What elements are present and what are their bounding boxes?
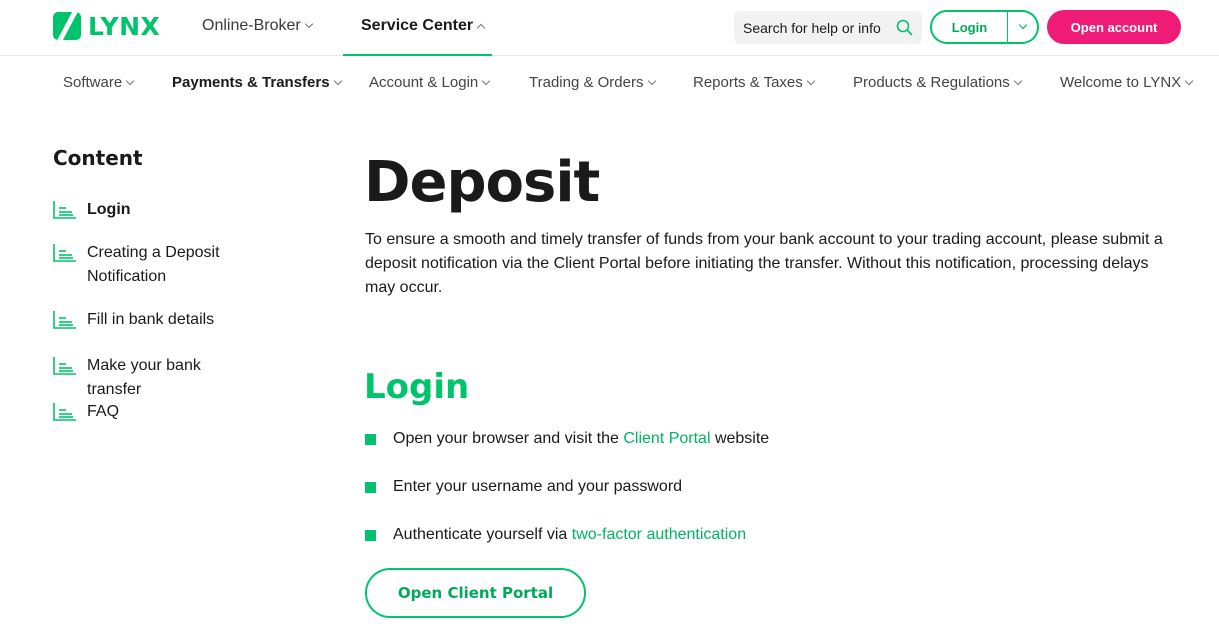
chevron-down-icon (304, 19, 313, 29)
subnav-label: Welcome to LYNX (1060, 74, 1182, 91)
lynx-logo-icon (53, 12, 81, 40)
chevron-down-icon (1018, 20, 1027, 30)
logo-text: LYNX (88, 11, 161, 41)
list-icon (53, 201, 76, 219)
subnav-label: Account & Login (369, 74, 479, 91)
toc-item-faq[interactable]: FAQ (53, 402, 247, 424)
subnav-products-regulations[interactable]: Products & Regulations (853, 74, 1023, 91)
step-text: Enter your username and your password (393, 478, 683, 495)
section-title-login: Login (364, 367, 470, 407)
chevron-down-icon (647, 76, 656, 85)
open-client-portal-button[interactable]: Open Client Portal (365, 568, 586, 618)
chevron-up-icon (476, 23, 486, 32)
search-icon[interactable] (896, 19, 913, 36)
step-text-after: website (710, 430, 770, 447)
toc-label: Make your bank transfer (87, 357, 201, 398)
list-icon (53, 244, 76, 262)
step-text: Authenticate yourself via two-factor aut… (393, 526, 746, 544)
step-text-before: Open your browser and visit the (393, 430, 624, 447)
subnav-software[interactable]: Software (63, 74, 135, 91)
list-icon (53, 311, 76, 329)
login-button[interactable]: Login (932, 12, 1007, 42)
toc-label: Login (87, 201, 131, 218)
client-portal-link[interactable]: Client Portal (623, 430, 710, 447)
chevron-down-icon (125, 76, 135, 85)
subnav-label: Trading & Orders (529, 74, 644, 91)
sidebar-title: Content (53, 146, 143, 170)
search-box[interactable] (734, 11, 922, 44)
subnav-account-login[interactable]: Account & Login (369, 74, 491, 91)
subnav-reports-taxes[interactable]: Reports & Taxes (693, 74, 816, 91)
subnav-label: Products & Regulations (853, 74, 1010, 91)
step-item: Enter your username and your password (365, 478, 682, 496)
bullet-square-icon (365, 433, 376, 445)
open-account-button[interactable]: Open account (1047, 10, 1181, 44)
login-dropdown-button[interactable] (1007, 12, 1037, 42)
chevron-down-icon (482, 76, 491, 85)
bullet-square-icon (365, 481, 376, 493)
search-input[interactable] (743, 19, 891, 36)
chevron-down-icon (333, 76, 342, 85)
step-text-before: Authenticate yourself via (393, 526, 572, 543)
chevron-down-icon (806, 76, 816, 85)
toc-item-deposit-notification[interactable]: Creating a Deposit Notification (53, 243, 247, 289)
toc-item-bank-transfer[interactable]: Make your bank transfer (53, 356, 247, 402)
subnav-label: Reports & Taxes (693, 74, 803, 91)
subnav-label: Payments & Transfers (172, 74, 330, 91)
top-header: LYNX Online-Broker Service Center Login … (0, 0, 1219, 56)
subnav-trading-orders[interactable]: Trading & Orders (529, 74, 656, 91)
login-button-group: Login (930, 10, 1039, 44)
two-factor-auth-link[interactable]: two-factor authentication (572, 526, 746, 543)
topnav-label: Service Center (361, 17, 474, 34)
toc-label: FAQ (87, 403, 120, 420)
chevron-down-icon (1013, 76, 1023, 85)
step-item: Open your browser and visit the Client P… (365, 430, 769, 448)
step-item: Authenticate yourself via two-factor aut… (365, 526, 746, 544)
subnav-label: Software (63, 74, 123, 91)
toc-item-bank-details[interactable]: Fill in bank details (53, 310, 247, 332)
page-title: Deposit (364, 150, 600, 215)
subnav-payments-transfers[interactable]: Payments & Transfers (172, 74, 342, 91)
subnav-welcome-to-lynx[interactable]: Welcome to LYNX (1060, 74, 1194, 91)
toc-label: Creating a Deposit Notification (87, 244, 220, 285)
active-tab-indicator (343, 54, 492, 56)
lynx-logo[interactable]: LYNX (53, 11, 161, 41)
topnav-online-broker[interactable]: Online-Broker (202, 17, 313, 35)
topnav-label: Online-Broker (202, 17, 301, 34)
step-text: Open your browser and visit the Client P… (393, 430, 769, 448)
toc-item-login[interactable]: Login (53, 200, 247, 222)
list-icon (53, 403, 76, 421)
toc-label: Fill in bank details (87, 311, 215, 328)
topnav-service-center[interactable]: Service Center (361, 17, 486, 35)
intro-text: To ensure a smooth and timely transfer o… (365, 231, 1163, 296)
chevron-down-icon (1184, 76, 1194, 85)
list-icon (53, 357, 76, 375)
bullet-square-icon (365, 529, 376, 541)
